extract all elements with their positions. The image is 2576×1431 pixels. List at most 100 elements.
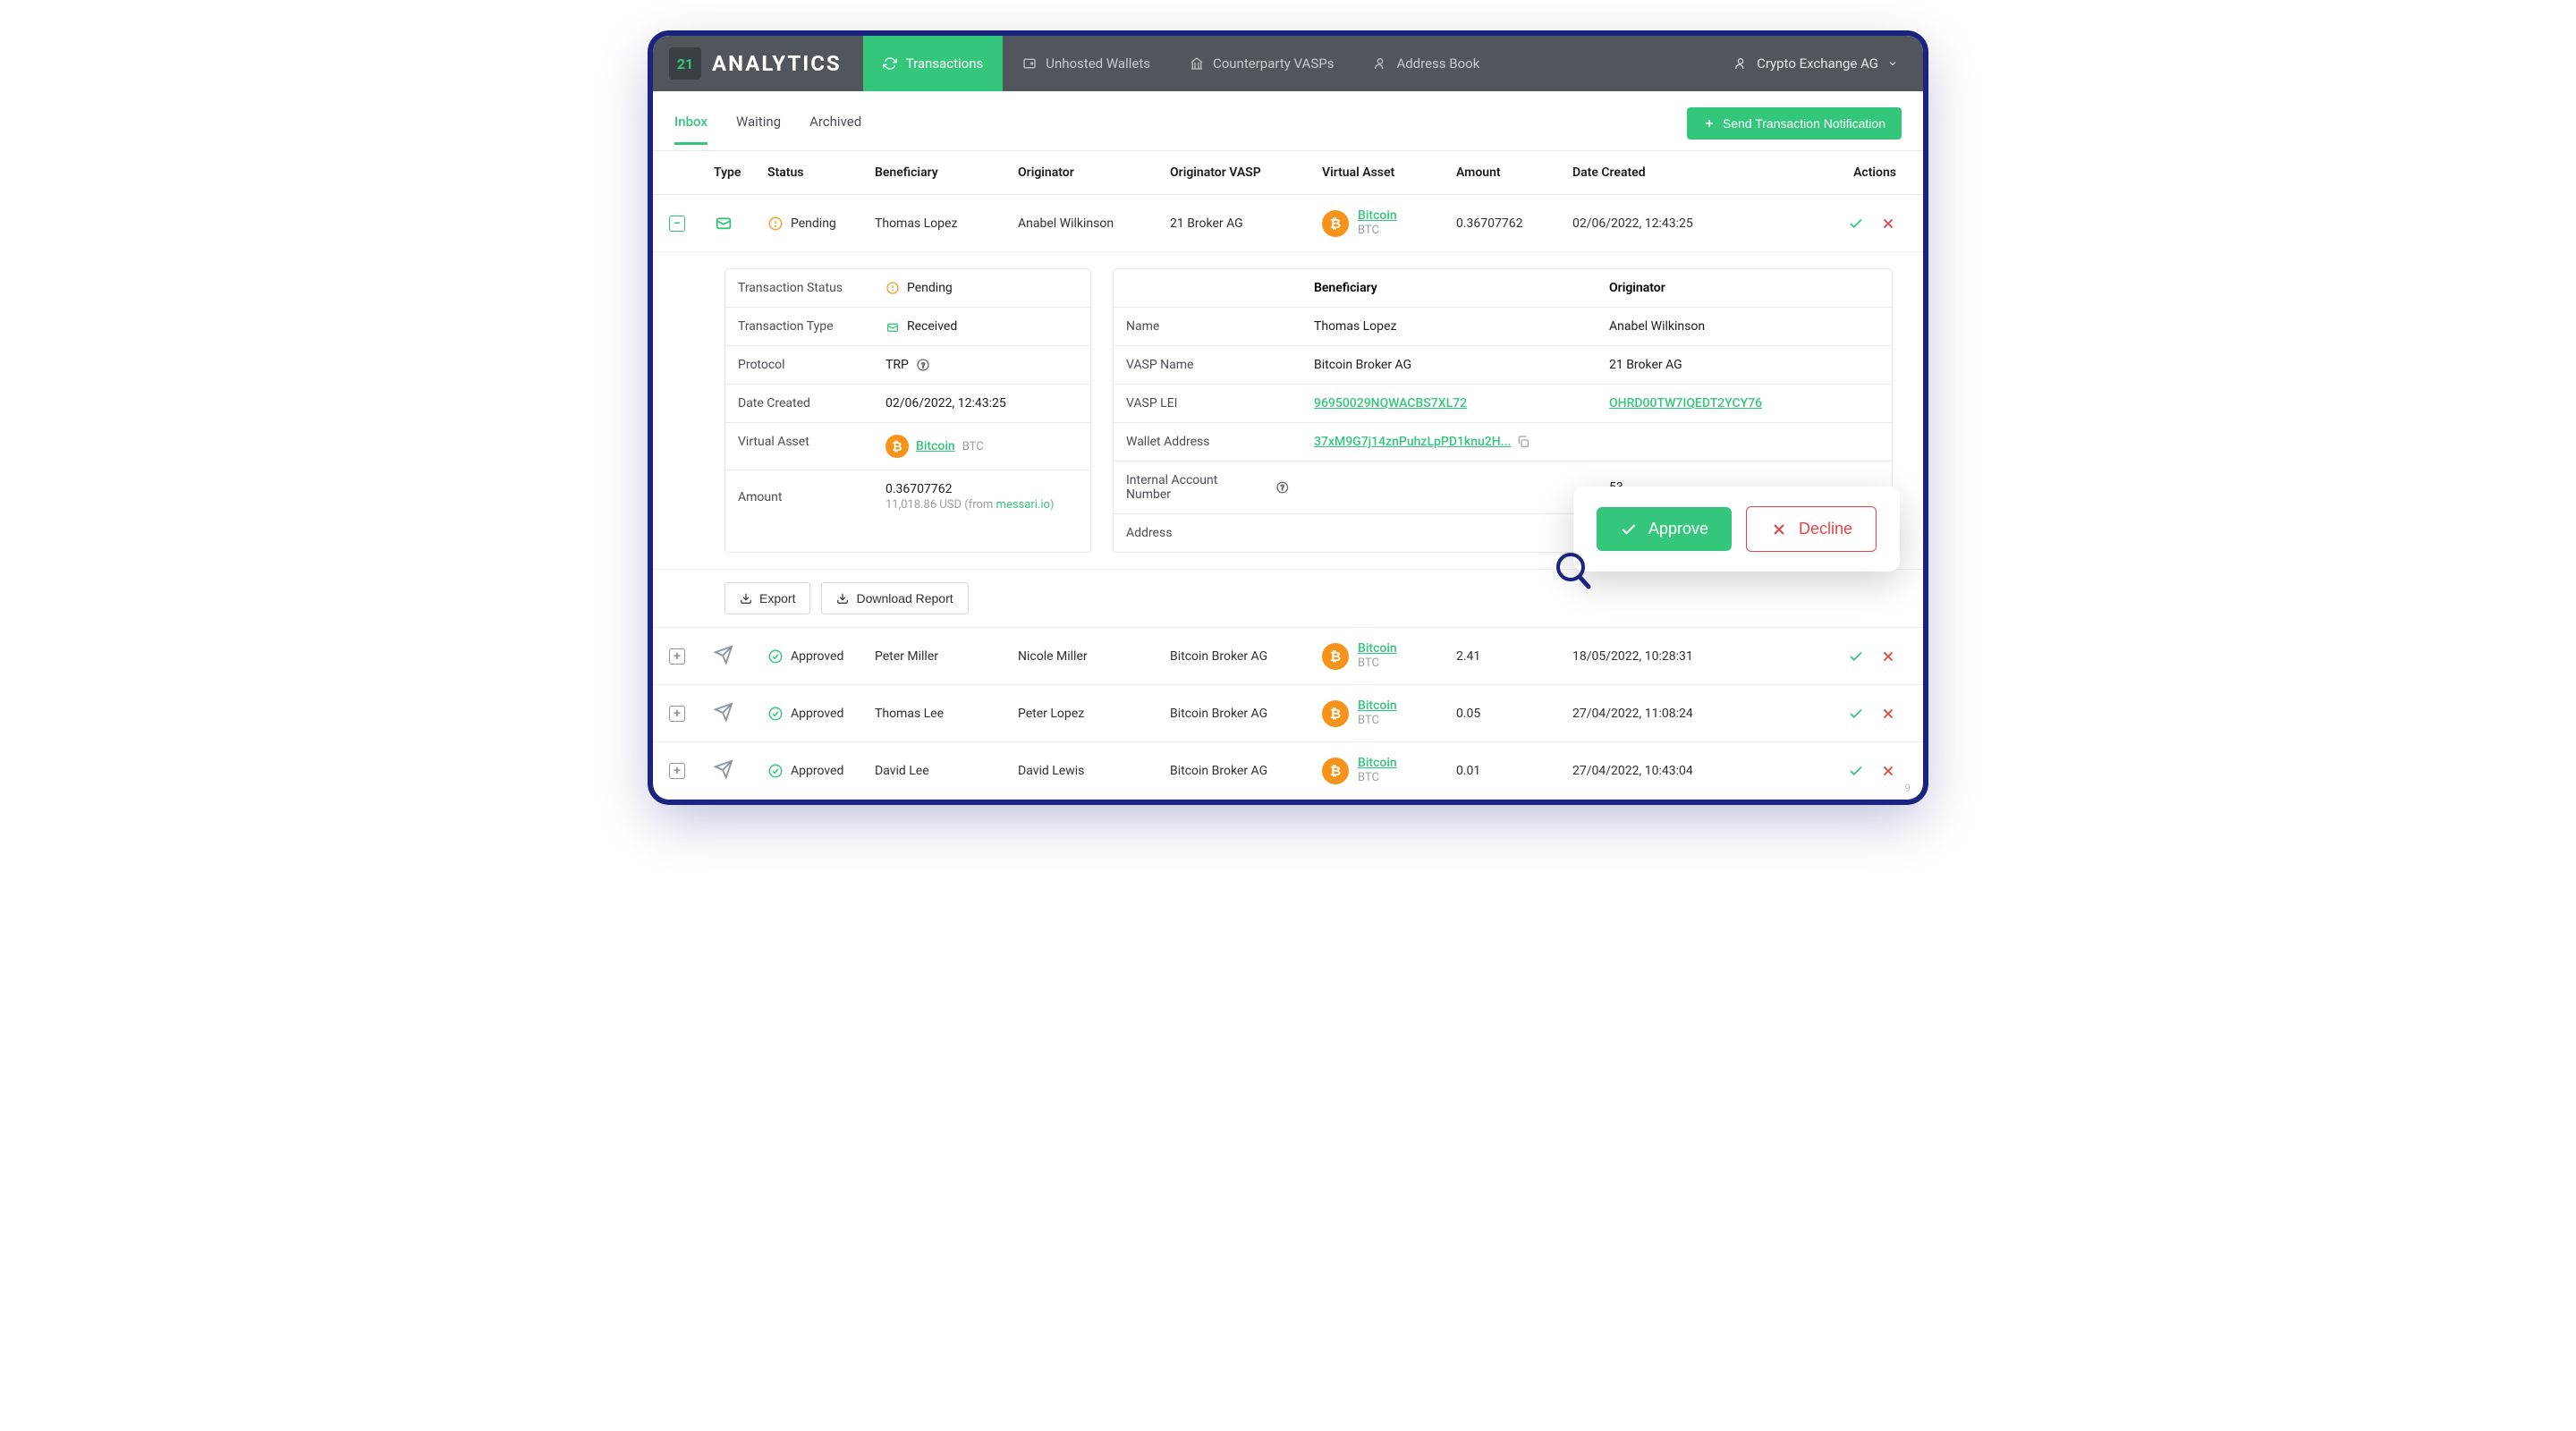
collapse-toggle[interactable]: − [669, 216, 685, 232]
asset-link[interactable]: Bitcoin [1358, 755, 1397, 771]
dv-amount-usd: 11,018.86 USD (from messari.io) [886, 498, 1054, 512]
dv-asset[interactable]: Bitcoin [916, 439, 955, 453]
account-name: Crypto Exchange AG [1757, 55, 1878, 72]
download-icon [740, 592, 752, 605]
detail-actions: Export Download Report [653, 570, 1923, 628]
decline-icon[interactable] [1880, 706, 1896, 722]
approve-icon[interactable] [1848, 648, 1864, 665]
tab-inbox[interactable]: Inbox [674, 114, 708, 145]
asset-link[interactable]: Bitcoin [1358, 698, 1397, 714]
rh-originator: Originator [1597, 269, 1892, 307]
nav-transactions-label: Transactions [906, 55, 984, 72]
rv-ben-lei[interactable]: 96950029NQWACBS7XL72 [1314, 396, 1467, 411]
svg-text:?: ? [1280, 484, 1284, 493]
rl-lei: VASP LEI [1114, 385, 1301, 422]
copy-icon[interactable] [1516, 435, 1530, 449]
footer-number: 9 [1904, 782, 1911, 794]
decline-button[interactable]: Decline [1746, 506, 1877, 552]
received-icon [886, 319, 900, 334]
beneficiary-cell: Thomas Lee [875, 707, 1018, 721]
send-notification-button[interactable]: Send Transaction Notification [1687, 107, 1902, 140]
status-text: Approved [791, 649, 843, 664]
col-type: Type [714, 165, 767, 180]
asset-link[interactable]: Bitcoin [1358, 207, 1397, 224]
decline-icon[interactable] [1880, 216, 1896, 232]
expand-toggle[interactable]: + [669, 648, 685, 665]
rv-org-name: Anabel Wilkinson [1597, 308, 1892, 345]
bitcoin-icon: ₿ [1322, 758, 1349, 784]
dl-type: Transaction Type [725, 308, 873, 345]
col-originator: Originator [1018, 165, 1170, 180]
nav-address-book[interactable]: Address Book [1353, 36, 1499, 91]
rv-ben-acct [1301, 461, 1597, 513]
rl-name: Name [1114, 308, 1301, 345]
nav-transactions[interactable]: Transactions [863, 36, 1004, 91]
tab-waiting[interactable]: Waiting [736, 114, 781, 145]
asset-link[interactable]: Bitcoin [1358, 640, 1397, 656]
wallet-icon [1022, 56, 1037, 71]
info-icon[interactable]: ? [916, 358, 930, 372]
logo: 21 ANALYTICS [653, 36, 863, 91]
logo-badge: 21 [669, 47, 701, 80]
export-label: Export [759, 591, 795, 605]
rv-org-vasp: 21 Broker AG [1597, 346, 1892, 384]
dl-amount: Amount [725, 470, 873, 523]
approve-icon[interactable] [1848, 216, 1864, 232]
rv-ben-addr [1301, 514, 1597, 552]
decline-icon[interactable] [1880, 763, 1896, 779]
bitcoin-icon: ₿ [886, 435, 909, 458]
col-vasp: Originator VASP [1170, 165, 1322, 180]
vasp-cell: Bitcoin Broker AG [1170, 764, 1322, 778]
originator-cell: Anabel Wilkinson [1018, 216, 1170, 231]
nav-counterparty[interactable]: Counterparty VASPs [1170, 36, 1353, 91]
dv-protocol: TRP [886, 358, 909, 372]
approve-icon[interactable] [1848, 763, 1864, 779]
rh-beneficiary: Beneficiary [1301, 269, 1597, 307]
user-icon [1733, 56, 1748, 71]
rv-ben-name: Thomas Lopez [1301, 308, 1597, 345]
dl-asset: Virtual Asset [725, 423, 873, 470]
decline-icon[interactable] [1880, 648, 1896, 665]
nav-unhosted[interactable]: Unhosted Wallets [1003, 36, 1170, 91]
asset-symbol: BTC [1358, 771, 1397, 786]
info-icon[interactable]: ? [1275, 480, 1290, 495]
user-icon [1373, 56, 1387, 71]
approved-icon [767, 763, 784, 779]
bitcoin-icon: ₿ [1322, 210, 1349, 237]
rv-ben-wallet[interactable]: 37xM9G7j14znPuhzLpPD1knu2H... [1314, 435, 1511, 449]
status-text: Pending [791, 216, 836, 231]
date-cell: 27/04/2022, 11:08:24 [1572, 707, 1751, 721]
tabs: Inbox Waiting Archived [674, 114, 861, 145]
nav-address-book-label: Address Book [1396, 55, 1479, 72]
svg-text:?: ? [921, 361, 925, 370]
expand-toggle[interactable]: + [669, 763, 685, 779]
topbar: 21 ANALYTICS Transactions Unhosted Walle… [653, 36, 1923, 91]
dv-date: 02/06/2022, 12:43:25 [873, 385, 1090, 422]
account-menu[interactable]: Crypto Exchange AG [1708, 36, 1923, 91]
asset-symbol: BTC [1358, 714, 1397, 729]
plus-icon [1703, 117, 1716, 130]
approve-icon[interactable] [1848, 706, 1864, 722]
expand-toggle[interactable]: + [669, 706, 685, 722]
table-row: + Approved Thomas Lee Peter Lopez Bitcoi… [653, 685, 1923, 742]
sent-icon [714, 645, 733, 665]
download-icon [836, 592, 849, 605]
status-text: Approved [791, 707, 843, 721]
export-button[interactable]: Export [724, 582, 810, 614]
dv-amount: 0.36707762 [886, 482, 1054, 496]
vasp-cell: Bitcoin Broker AG [1170, 707, 1322, 721]
rv-ben-vasp: Bitcoin Broker AG [1301, 346, 1597, 384]
nav-counterparty-label: Counterparty VASPs [1213, 55, 1334, 72]
originator-cell: David Lewis [1018, 764, 1170, 778]
pending-icon [767, 216, 784, 232]
download-report-button[interactable]: Download Report [821, 582, 968, 614]
magnify-icon [1553, 551, 1592, 590]
date-cell: 18/05/2022, 10:28:31 [1572, 649, 1751, 664]
tab-archived[interactable]: Archived [809, 114, 861, 145]
messari-link[interactable]: messari.io [996, 498, 1050, 512]
dv-status: Pending [907, 281, 953, 295]
rv-org-lei[interactable]: OHRD00TW7IQEDT2YCY76 [1609, 396, 1762, 411]
asset-symbol: BTC [1358, 224, 1397, 239]
date-cell: 02/06/2022, 12:43:25 [1572, 216, 1751, 231]
approve-button[interactable]: Approve [1597, 507, 1732, 551]
